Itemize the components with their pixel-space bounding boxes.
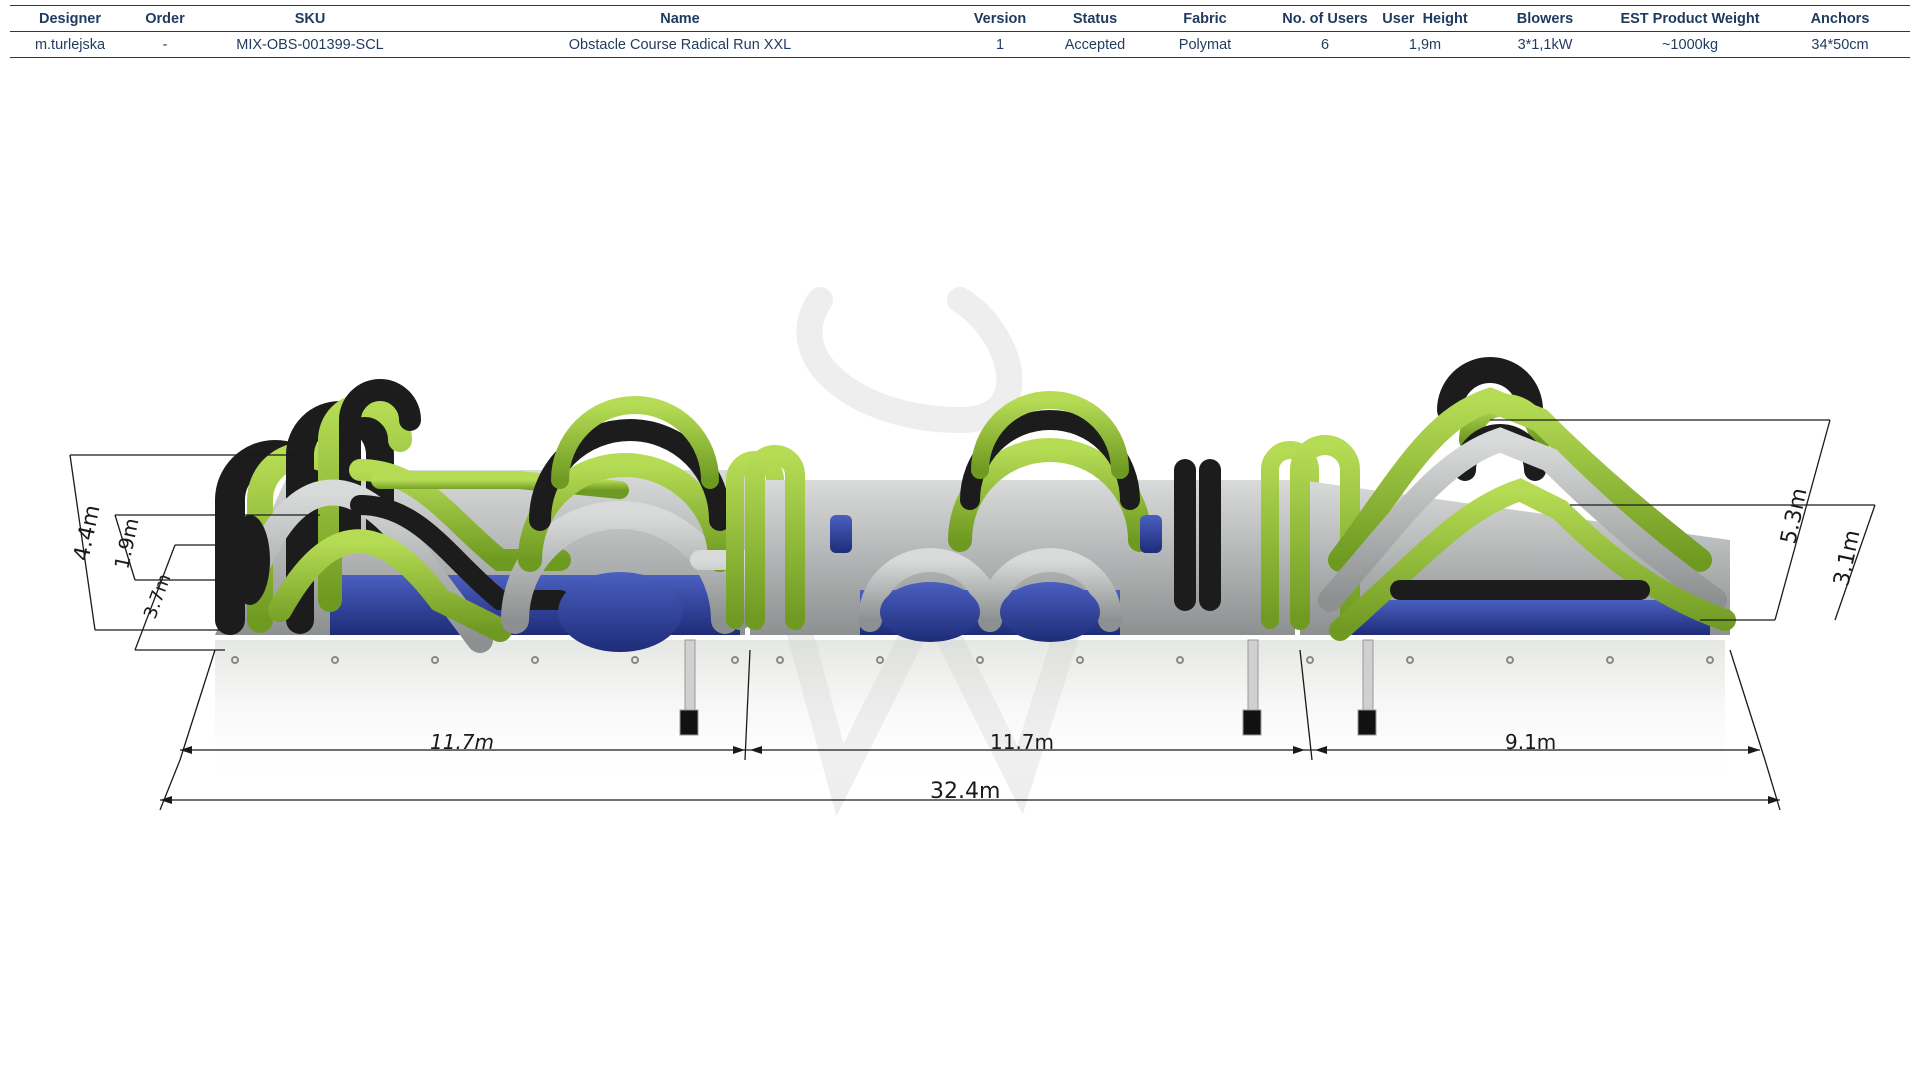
section-1-module bbox=[215, 379, 784, 653]
dim-left-user-height: 1.9m bbox=[109, 516, 143, 571]
dim-section-1-length: 11.7m bbox=[430, 730, 494, 754]
section-3-module bbox=[1290, 357, 1736, 641]
floor-reflection bbox=[215, 640, 1725, 790]
product-drawing: 4.4m 1.9m 3.7m 5.3m 3.1m 11.7m 11.7m 9.1… bbox=[69, 287, 1876, 817]
dim-section-3-length: 9.1m bbox=[1505, 730, 1556, 754]
dim-left-height-total: 4.4m bbox=[69, 503, 105, 563]
dim-right-user-height: 3.1m bbox=[1829, 528, 1865, 588]
section-2-module bbox=[745, 391, 1319, 642]
dim-section-2-length: 11.7m bbox=[990, 730, 1054, 754]
dim-right-height-total: 5.3m bbox=[1776, 486, 1812, 546]
dim-total-length: 32.4m bbox=[930, 779, 1000, 804]
dim-left-depth: 3.7m bbox=[140, 571, 176, 622]
